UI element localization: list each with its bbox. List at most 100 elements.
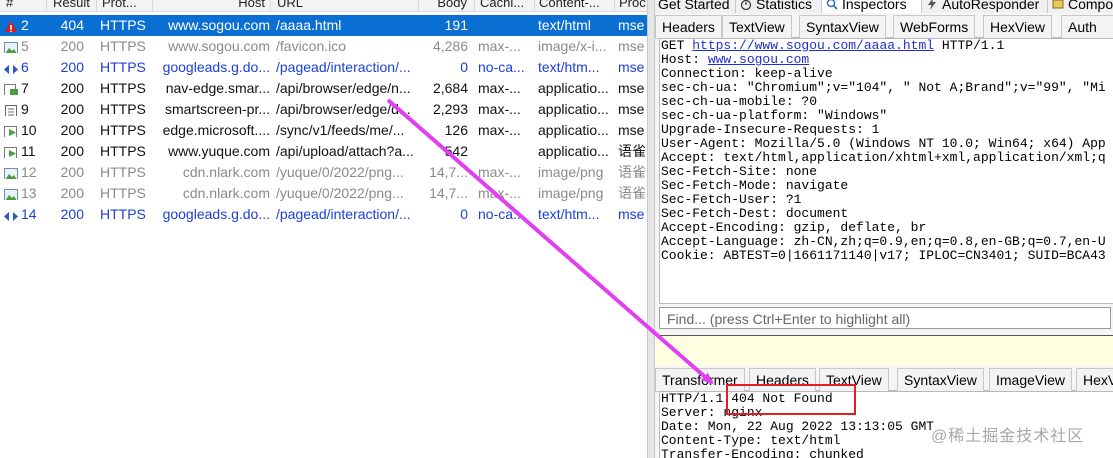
- column-header-host[interactable]: Host: [152, 0, 269, 11]
- session-protocol: HTTPS: [100, 143, 146, 159]
- session-result: 200: [60, 164, 84, 180]
- session-result: 200: [60, 185, 84, 201]
- column-header-protocol[interactable]: Prot...: [96, 0, 156, 11]
- session-protocol: HTTPS: [100, 38, 146, 54]
- request-version: HTTP/1.1: [934, 38, 1005, 53]
- tab-autoresponder[interactable]: AutoResponder: [921, 0, 1053, 14]
- session-caching: max-...: [478, 80, 521, 96]
- tab-statistics-label: Statistics: [756, 0, 813, 12]
- request-view-tabs: Headers TextView SyntaxView WebForms Hex…: [655, 13, 1113, 39]
- session-number: 6: [21, 59, 29, 75]
- session-list: # Result Prot... Host URL Body Cachi... …: [0, 0, 647, 458]
- document-icon: [4, 103, 18, 116]
- session-number: 2: [21, 17, 29, 33]
- request-raw-text[interactable]: GET https://www.sogou.com/aaaa.html HTTP…: [659, 38, 1113, 304]
- session-result: 404: [60, 17, 84, 33]
- session-host: www.sogou.com: [168, 17, 270, 33]
- session-url: /aaaa.html: [276, 17, 342, 33]
- session-content-type: applicatio...: [538, 143, 609, 159]
- session-result: 200: [60, 122, 84, 138]
- session-protocol: HTTPS: [100, 80, 146, 96]
- host-link[interactable]: www.sogou.com: [708, 52, 809, 67]
- session-content-type: image/png: [538, 164, 604, 180]
- request-tab-textview[interactable]: TextView: [722, 15, 792, 39]
- session-url: /yuque/0/2022/png...: [276, 164, 404, 180]
- session-caching: no-ca...: [478, 206, 525, 222]
- column-header-caching[interactable]: Cachi...: [474, 0, 534, 11]
- response-header-line: Transfer-Encoding: chunked: [661, 447, 864, 458]
- image-icon: [4, 166, 18, 179]
- request-tab-hexview[interactable]: HexView: [983, 15, 1052, 39]
- column-header-process[interactable]: Proc: [614, 0, 647, 11]
- session-result: 200: [60, 59, 84, 75]
- response-tab-hexview[interactable]: HexVi: [1076, 368, 1113, 392]
- request-header-line: Connection: keep-alive: [661, 66, 833, 81]
- session-body-size: 191: [444, 17, 468, 33]
- session-host: nav-edge.smar...: [165, 80, 270, 96]
- session-process: mse: [618, 101, 645, 117]
- request-url-link[interactable]: https://www.sogou.com/aaaa.html: [692, 39, 934, 53]
- lightning-icon: [928, 0, 936, 10]
- session-host: www.sogou.com: [168, 38, 270, 54]
- warning-icon: [4, 19, 18, 32]
- session-row[interactable]: 12 200 HTTPS cdn.nlark.com/yuque/0/2022/png…: [0, 162, 647, 183]
- session-host: googleads.g.do...: [162, 206, 270, 222]
- session-process: mse: [618, 80, 645, 96]
- request-method: GET: [661, 38, 693, 53]
- session-number: 11: [21, 143, 36, 159]
- session-content-type: applicatio...: [538, 80, 609, 96]
- session-body-size: 126: [444, 122, 468, 138]
- request-header-line: User-Agent: Mozilla/5.0 (Windows NT 10.0…: [661, 136, 1106, 151]
- top-tabs: Get Started Statistics Inspectors AutoRe…: [655, 0, 1113, 14]
- host-label: Host:: [661, 52, 708, 67]
- request-tab-syntaxview[interactable]: SyntaxView: [799, 15, 886, 39]
- column-header-url[interactable]: URL: [270, 0, 419, 11]
- tab-inspectors[interactable]: Inspectors: [821, 0, 927, 14]
- session-row[interactable]: 5 200 HTTPS www.sogou.com/favicon.ico 4,286 m…: [0, 36, 647, 57]
- session-url: /pagead/interaction/...: [276, 206, 411, 222]
- stopwatch-icon: [740, 0, 752, 10]
- session-row[interactable]: 14 200 HTTPS googleads.g.do... /pagead/inter…: [0, 204, 647, 225]
- session-protocol: HTTPS: [100, 185, 146, 201]
- session-row[interactable]: 2 404 HTTPS www.sogou.com/aaaa.html 191 text/…: [0, 15, 647, 36]
- request-tab-headers[interactable]: Headers: [655, 15, 722, 39]
- column-header-result[interactable]: Result: [46, 0, 101, 11]
- session-row[interactable]: 9 200 HTTPS smartscreen-pr... /api/browser/e…: [0, 99, 647, 120]
- session-result: 200: [60, 80, 84, 96]
- tab-composer[interactable]: Compo: [1047, 0, 1113, 14]
- tab-statistics[interactable]: Statistics: [735, 0, 827, 14]
- column-header-content-type[interactable]: Content-...: [534, 0, 615, 11]
- request-tab-auth[interactable]: Auth: [1061, 15, 1113, 39]
- response-tab-syntaxview[interactable]: SyntaxView: [897, 368, 984, 392]
- response-tab-imageview[interactable]: ImageView: [989, 368, 1073, 392]
- session-row[interactable]: 10 200 HTTPS edge.microsoft.... /sync/v1/fee…: [0, 120, 647, 141]
- column-header-number[interactable]: #: [6, 0, 46, 11]
- watermark-text: @稀土掘金技术社区: [931, 428, 1085, 445]
- session-caching: no-ca...: [478, 59, 525, 75]
- request-header-line: Sec-Fetch-Site: none: [661, 164, 818, 179]
- session-row[interactable]: 6 200 HTTPS googleads.g.do... /pagead/intera…: [0, 57, 647, 78]
- session-body-size: 0: [460, 206, 468, 222]
- arrows-icon: [4, 208, 18, 221]
- session-process: mse: [618, 17, 645, 33]
- session-protocol: HTTPS: [100, 101, 146, 117]
- session-number: 7: [21, 80, 29, 96]
- request-header-line: Cookie: ABTEST=0|1661171140|v17; IPLOC=C…: [661, 248, 1106, 263]
- session-row[interactable]: 11 200 HTTPS www.yuque.com/api/upload/attac…: [0, 141, 647, 162]
- tab-get-started[interactable]: Get Started: [655, 0, 741, 14]
- request-header-line: Sec-Fetch-Dest: document: [661, 206, 849, 221]
- request-header-line: Upgrade-Insecure-Requests: 1: [661, 122, 880, 137]
- tab-composer-label: Compo: [1068, 0, 1113, 12]
- session-caching: max-...: [478, 185, 521, 201]
- session-process: 语雀: [618, 164, 646, 180]
- column-header-body[interactable]: Body: [418, 0, 473, 11]
- panel-splitter[interactable]: [647, 0, 655, 458]
- request-tab-webforms[interactable]: WebForms: [893, 15, 976, 39]
- find-input[interactable]: Find... (press Ctrl+Enter to highlight a…: [659, 307, 1111, 329]
- request-line: GET https://www.sogou.com/aaaa.html HTTP…: [660, 39, 1113, 53]
- session-body-size: 0: [460, 59, 468, 75]
- session-row[interactable]: 13 200 HTTPS cdn.nlark.com/yuque/0/2022/png…: [0, 183, 647, 204]
- arrows-icon: [4, 61, 18, 74]
- inspector-panel: Get Started Statistics Inspectors AutoRe…: [655, 0, 1113, 458]
- session-row[interactable]: 7 200 HTTPS nav-edge.smar... /api/browser/ed…: [0, 78, 647, 99]
